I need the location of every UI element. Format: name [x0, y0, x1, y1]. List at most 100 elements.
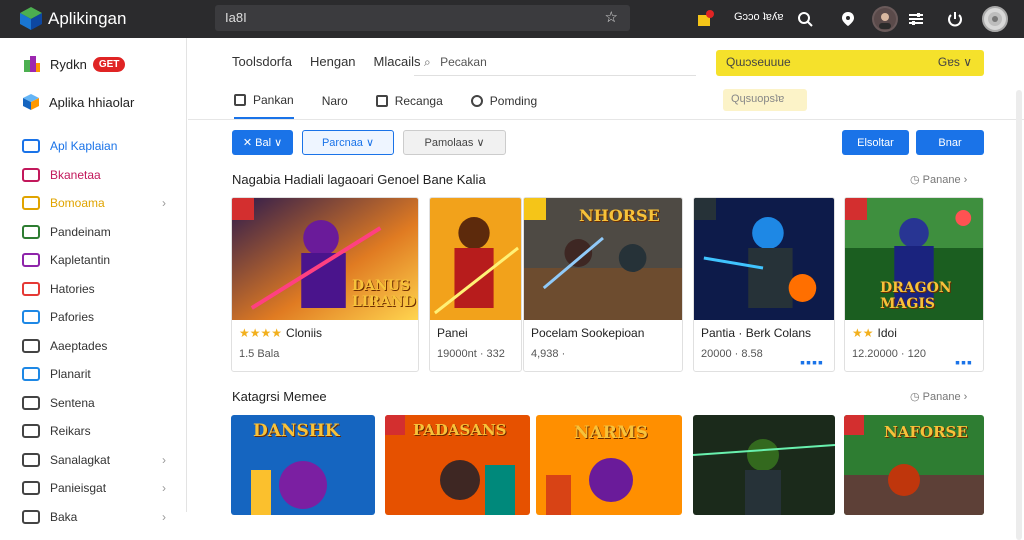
- app-title: Aplikingan: [48, 9, 127, 28]
- more-label: Panane: [922, 174, 961, 186]
- subtab-recanga[interactable]: Recanga: [375, 93, 443, 119]
- section-more-link[interactable]: ◷ Panane ›: [910, 390, 967, 403]
- game-art-title: DANUS LIRAND: [352, 278, 416, 310]
- sidebar-item-label: Planarit: [50, 367, 91, 382]
- game-title: ★★★★ Cloniis: [239, 326, 322, 340]
- sidebar-item-label: Bkanetaa: [50, 167, 101, 182]
- sidebar-brand[interactable]: Rydkn GET: [22, 54, 126, 74]
- list-icon: [22, 224, 40, 239]
- category-card[interactable]: DANSHK: [231, 415, 375, 515]
- category-card[interactable]: NAFORSE: [844, 415, 984, 515]
- header-tabs: Toolsdorfa Hengan Mlacails: [232, 54, 421, 69]
- sidebar-item[interactable]: Panieisgat ›: [22, 474, 172, 503]
- game-card[interactable]: DANUS LIRAND ★★★★ Cloniis 1.5 Bala: [231, 197, 419, 372]
- sidebar-item[interactable]: Bomoama ›: [22, 189, 172, 218]
- game-meta: 19000nt · 332: [437, 348, 505, 360]
- hot-ribbon: [232, 198, 254, 220]
- section-more-link[interactable]: ◷ Panane ›: [910, 173, 967, 186]
- new-ribbon: [524, 198, 546, 220]
- chevron-right-icon[interactable]: ›: [162, 453, 166, 467]
- category-card[interactable]: [693, 415, 835, 515]
- sidebar-item-label: Apl Kaplaian: [50, 139, 118, 154]
- sidebar-item[interactable]: Hatories: [22, 275, 172, 304]
- header-divider: [188, 119, 1024, 120]
- app-logo-icon[interactable]: [18, 5, 44, 31]
- sidebar-item-label: Bomoama: [50, 196, 105, 211]
- category-art-title: PADASANS: [413, 421, 507, 439]
- top-bar: Aplikingan Ia8I ☆ Gɔɔo ʇɐʎɐ: [0, 0, 1024, 38]
- sort-dropdown[interactable]: Pamolaas ∨: [403, 130, 506, 155]
- category-card[interactable]: NARMS: [536, 415, 682, 515]
- subtabs: Pankan Naro Recanga Pomding: [234, 93, 537, 119]
- tab-toolsdorfa[interactable]: Toolsdorfa: [232, 54, 292, 69]
- yellow-filter-bar[interactable]: Qɯɔseuuue Gɐs ∨: [716, 50, 984, 76]
- top-search-value: Ia8I: [225, 10, 247, 25]
- brand-badge[interactable]: GET: [92, 56, 126, 72]
- game-art-title: NHORSE: [579, 206, 660, 225]
- bookmark-star-icon[interactable]: ☆: [605, 8, 618, 26]
- sidebar-item-label: Aaeptades: [50, 338, 108, 353]
- settings-avatar-icon[interactable]: [982, 6, 1008, 32]
- person-icon: [22, 338, 40, 353]
- mail-icon: [22, 395, 40, 410]
- game-art-image: [430, 198, 521, 320]
- sidebar-item[interactable]: Sanalagkat ›: [22, 446, 172, 475]
- sidebar-item[interactable]: Planarit: [22, 360, 172, 389]
- subtab-label: Pankan: [253, 93, 294, 107]
- notification-icon[interactable]: [692, 6, 718, 32]
- sidebar-item-label: Pafories: [50, 310, 95, 325]
- add-button[interactable]: Bnar: [916, 130, 984, 155]
- more-dots[interactable]: ▪▪▪: [955, 354, 973, 370]
- game-meta: 4,938 ·: [531, 348, 566, 360]
- box-icon: [22, 481, 40, 496]
- game-card[interactable]: Panei 19000nt · 332: [429, 197, 522, 372]
- brand-name: Rydkn: [50, 56, 87, 72]
- game-card[interactable]: NHORSE Pocelam Sookepioan 4,938 ·: [523, 197, 683, 372]
- search-icon: ⌕: [424, 55, 431, 69]
- scrollbar[interactable]: [1016, 90, 1022, 540]
- select-button[interactable]: Elsoltar: [842, 130, 909, 155]
- location-pin-icon[interactable]: [835, 6, 861, 32]
- main-search-input[interactable]: ⌕ Pecakan: [414, 50, 696, 76]
- category-dropdown[interactable]: Parcnaa ∨: [302, 130, 394, 155]
- subtab-naro[interactable]: Naro: [322, 93, 348, 119]
- chevron-right-icon[interactable]: ›: [162, 481, 166, 495]
- mail-icon: [22, 367, 40, 382]
- tab-hengan[interactable]: Hengan: [310, 54, 356, 69]
- search-icon[interactable]: [792, 6, 818, 32]
- tv-icon: [234, 94, 246, 106]
- status-pill[interactable]: Qɥsuopsʇɐ: [723, 89, 807, 111]
- sidebar-item-label: Panieisgat: [50, 481, 107, 496]
- sidebar-item[interactable]: Pandeinam: [22, 218, 172, 247]
- subtab-label: Recanga: [394, 94, 443, 108]
- sidebar-item[interactable]: Apl Kaplaian: [22, 132, 172, 161]
- sidebar-item[interactable]: Bkanetaa: [22, 161, 172, 190]
- more-dots[interactable]: ▪▪▪▪: [800, 354, 824, 370]
- subtab-pomding[interactable]: Pomding: [470, 93, 538, 119]
- user-label[interactable]: Gɔɔo ʇɐʎɐ: [734, 11, 784, 23]
- power-icon[interactable]: [942, 6, 968, 32]
- sidebar-item[interactable]: Pafories: [22, 303, 172, 332]
- sidebar-item[interactable]: Kapletantin: [22, 246, 172, 275]
- game-card[interactable]: DRAGON MAGIS ★★ Idoi 12.20000 · 120 ▪▪▪: [844, 197, 984, 372]
- sliders-icon[interactable]: [903, 6, 929, 32]
- profile-avatar[interactable]: [872, 6, 898, 32]
- sidebar-item[interactable]: Sentena: [22, 389, 172, 418]
- top-search-input[interactable]: Ia8I ☆: [215, 5, 630, 31]
- rating-stars: ★★★★: [239, 326, 283, 340]
- category-card[interactable]: PADASANS: [385, 415, 530, 515]
- yellow-bar-dropdown[interactable]: Gɐs ∨: [938, 55, 972, 69]
- sidebar-item[interactable]: Baka ›: [22, 503, 172, 532]
- grid-icon: [22, 281, 40, 296]
- game-card[interactable]: Pantia · Berk Colans 20000 · 8.58 ▪▪▪▪: [693, 197, 835, 372]
- game-title-text: Idoi: [877, 326, 897, 340]
- subtab-pankan[interactable]: Pankan: [234, 93, 294, 119]
- sidebar-item[interactable]: Reikars: [22, 417, 172, 446]
- sidebar-section-title[interactable]: Aplika hhiaolar: [22, 93, 134, 111]
- chevron-right-icon[interactable]: ›: [162, 196, 166, 210]
- category-art-title: NARMS: [574, 423, 648, 443]
- filter-button[interactable]: ✕ Bal ∨: [232, 130, 293, 155]
- subtab-label: Pomding: [489, 94, 538, 108]
- sidebar-item[interactable]: Aaeptades: [22, 332, 172, 361]
- game-title: Pocelam Sookepioan: [531, 326, 645, 340]
